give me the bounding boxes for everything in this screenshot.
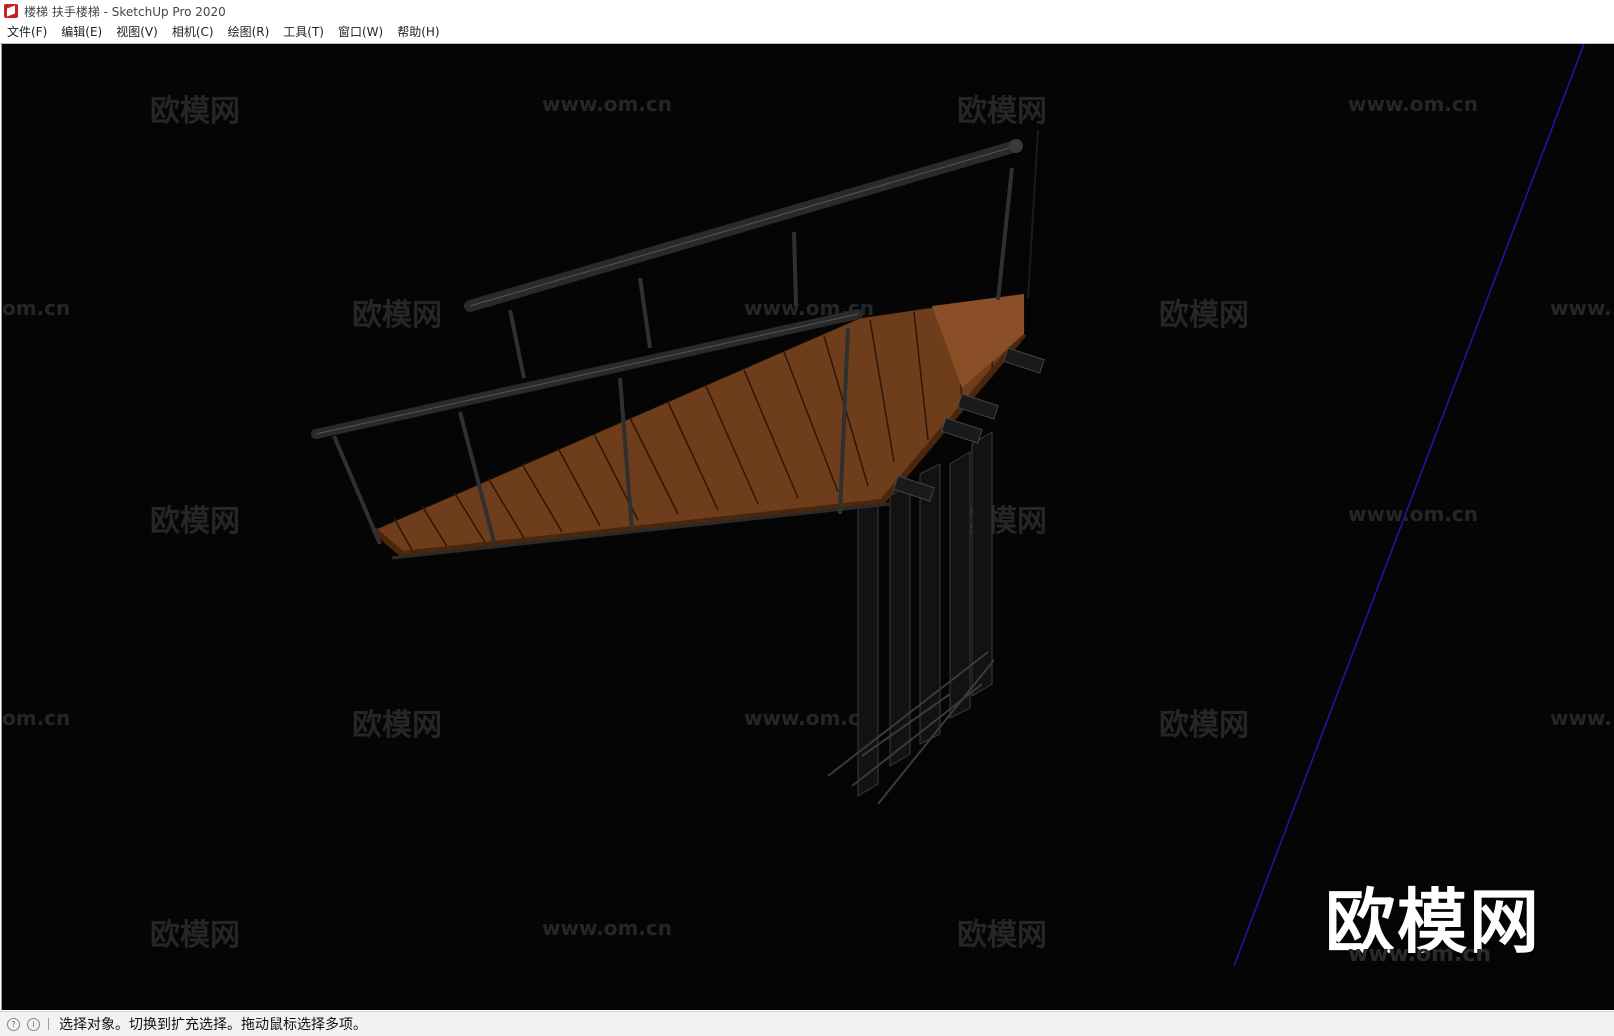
menu-edit[interactable]: 编辑(E) bbox=[54, 22, 109, 43]
status-text: 选择对象。切换到扩充选择。拖动鼠标选择多项。 bbox=[59, 1017, 367, 1033]
menu-window[interactable]: 窗口(W) bbox=[331, 22, 390, 43]
model-viewport[interactable]: 欧模网 www.om.cn 欧模网 www.om.cn om.cn 欧模网 ww… bbox=[1, 44, 1614, 1010]
menu-draw[interactable]: 绘图(R) bbox=[221, 22, 277, 43]
status-divider bbox=[48, 1018, 49, 1030]
menu-tools[interactable]: 工具(T) bbox=[276, 22, 331, 43]
sketchup-icon[interactable] bbox=[4, 4, 18, 18]
menu-file[interactable]: 文件(F) bbox=[0, 22, 54, 43]
blue-axis-line bbox=[1233, 44, 1585, 967]
window-title: 楼梯 扶手楼梯 - SketchUp Pro 2020 bbox=[24, 4, 226, 19]
menu-help[interactable]: 帮助(H) bbox=[390, 22, 446, 43]
title-bar: 楼梯 扶手楼梯 - SketchUp Pro 2020 bbox=[0, 0, 1614, 22]
watermark-url: www.om.cn bbox=[1348, 942, 1492, 967]
credits-icon[interactable]: i bbox=[27, 1017, 40, 1031]
menu-camera[interactable]: 相机(C) bbox=[165, 22, 221, 43]
geo-location-icon[interactable]: ? bbox=[7, 1017, 20, 1031]
menu-view[interactable]: 视图(V) bbox=[109, 22, 165, 43]
status-bar: ? i 选择对象。切换到扩充选择。拖动鼠标选择多项。 bbox=[0, 1011, 1614, 1036]
menu-bar: 文件(F) 编辑(E) 视图(V) 相机(C) 绘图(R) 工具(T) 窗口(W… bbox=[0, 22, 1614, 44]
